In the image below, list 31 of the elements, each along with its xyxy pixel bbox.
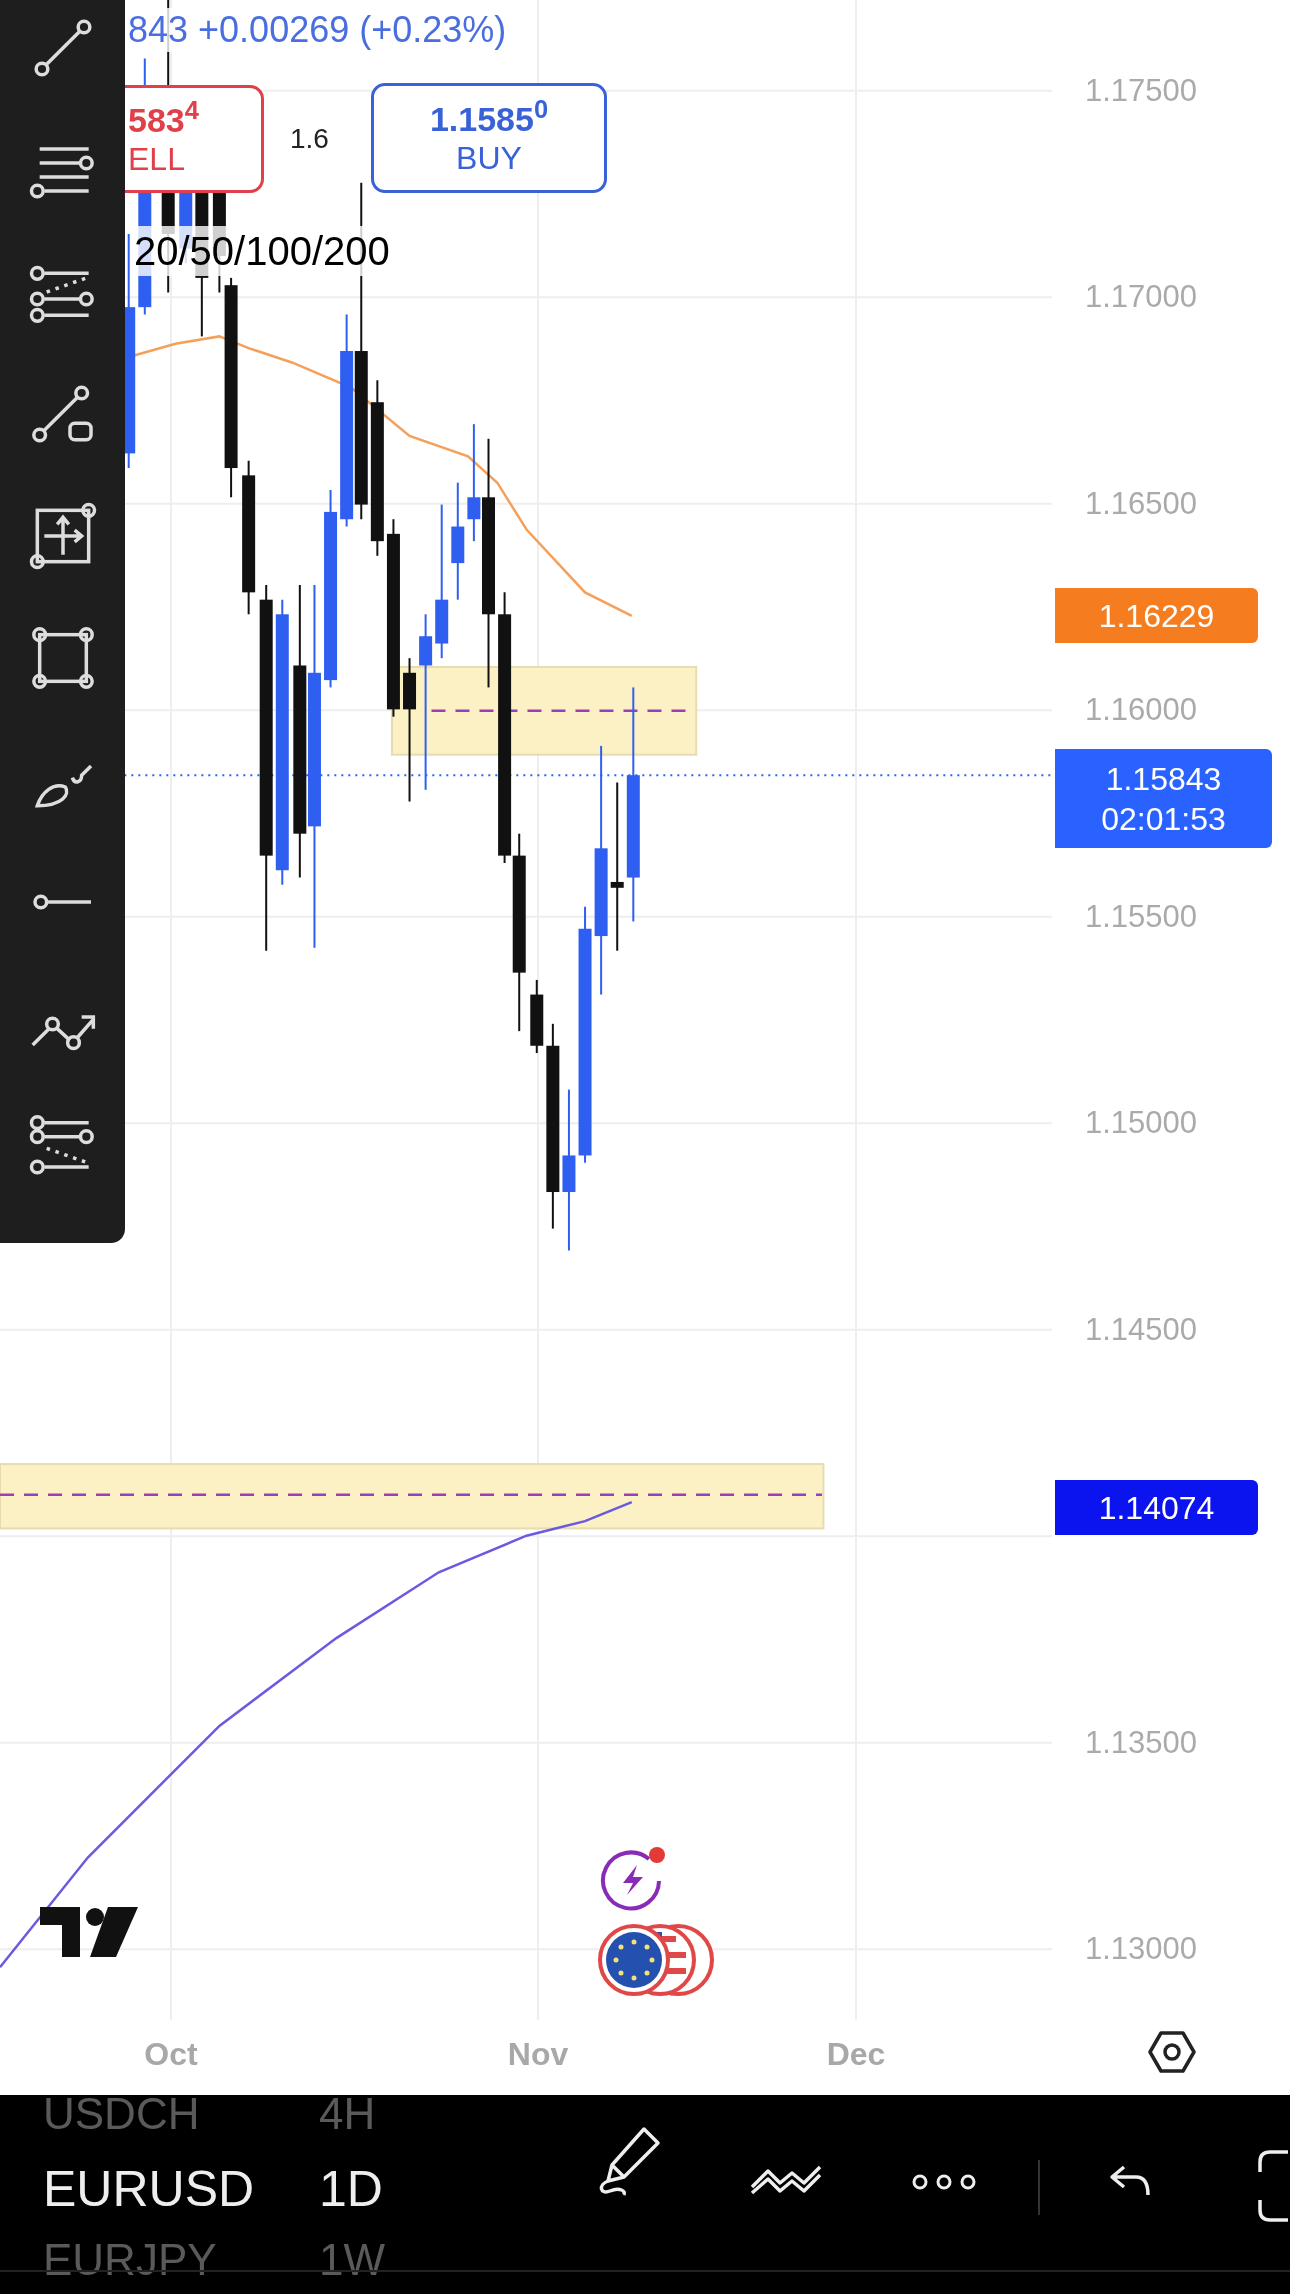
price-text: 1.15843 xyxy=(1105,759,1222,799)
symbol-option[interactable]: EURUSD xyxy=(43,2159,319,2219)
price-tag: 1.16229 xyxy=(1055,588,1258,643)
price-axis-label: 1.14500 xyxy=(1085,1311,1198,1348)
currency-flags-icon[interactable] xyxy=(596,1922,716,1998)
price-axis-label: 1.16000 xyxy=(1085,692,1198,729)
move-icon[interactable] xyxy=(27,501,98,571)
interval-option[interactable]: 4H xyxy=(319,2089,376,2139)
indicator-label: 20/50/100/200 xyxy=(134,226,390,276)
fullscreen-icon[interactable] xyxy=(1256,2148,1290,2224)
price-axis-label: 1.15500 xyxy=(1085,898,1198,935)
spread-text: 1.6 xyxy=(290,122,329,156)
buy-button[interactable]: 1.1585$^{0}$ BUY xyxy=(371,83,607,193)
time-axis-label: Nov xyxy=(507,2035,569,2074)
symbol-option[interactable]: USDCH xyxy=(43,2089,319,2139)
time-axis-label: Oct xyxy=(144,2035,198,2074)
sell-button[interactable]: 583$^{4}$ ELL xyxy=(124,85,264,193)
more-icon[interactable] xyxy=(911,2172,977,2192)
time-axis-label: Dec xyxy=(826,2035,886,2074)
logo-icon xyxy=(40,1907,138,1957)
interval-option[interactable]: 1D xyxy=(319,2159,383,2219)
price-axis-label: 1.16500 xyxy=(1085,485,1198,522)
price-axis-label: 1.17000 xyxy=(1085,279,1198,316)
price-axis-label: 1.15000 xyxy=(1085,1105,1198,1142)
countdown-text: 02:01:53 xyxy=(1101,799,1226,839)
price-tag: 1.14074 xyxy=(1055,1480,1258,1535)
price-axis-label: 1.17500 xyxy=(1085,72,1198,109)
settings-icon[interactable] xyxy=(1148,2030,1196,2074)
price-axis-label: 1.13500 xyxy=(1085,1724,1198,1761)
price-axis-label: 1.13000 xyxy=(1085,1931,1198,1968)
price-change-text: 843 +0.00269 (+0.23%) xyxy=(128,8,507,52)
